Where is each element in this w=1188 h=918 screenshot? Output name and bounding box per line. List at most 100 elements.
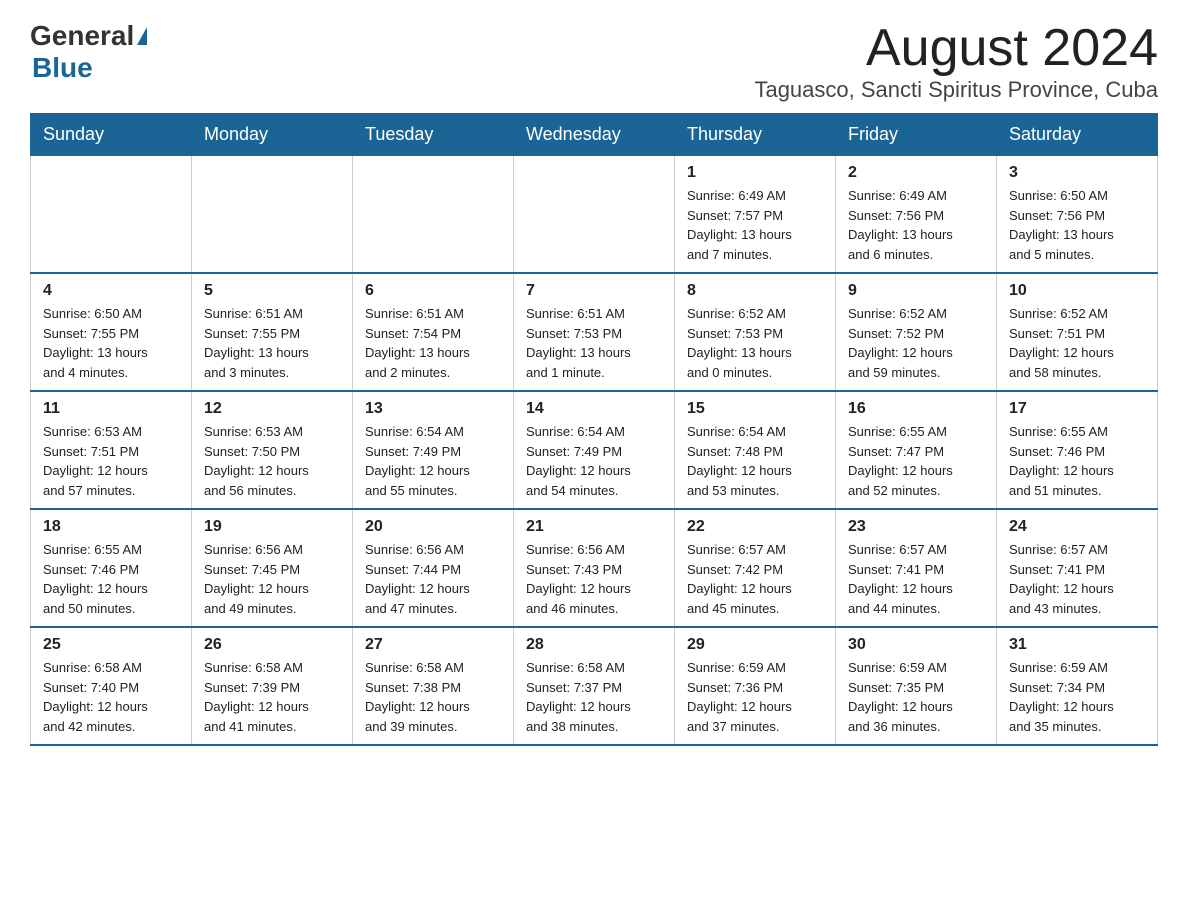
day-info: Sunrise: 6:52 AM Sunset: 7:53 PM Dayligh… — [687, 304, 823, 382]
day-number: 21 — [526, 518, 662, 536]
day-number: 15 — [687, 400, 823, 418]
calendar-cell: 8 Sunrise: 6:52 AM Sunset: 7:53 PM Daylig… — [675, 273, 836, 391]
day-number: 1 — [687, 164, 823, 182]
calendar-cell: 1Sunrise: 6:49 AM Sunset: 7:57 PM Daylig… — [675, 156, 836, 274]
day-info: Sunrise: 6:54 AM Sunset: 7:48 PM Dayligh… — [687, 422, 823, 500]
calendar-cell — [31, 156, 192, 274]
day-info: Sunrise: 6:52 AM Sunset: 7:52 PM Dayligh… — [848, 304, 984, 382]
day-info: Sunrise: 6:56 AM Sunset: 7:45 PM Dayligh… — [204, 540, 340, 618]
calendar-cell: 6 Sunrise: 6:51 AM Sunset: 7:54 PM Daylig… — [353, 273, 514, 391]
day-info: Sunrise: 6:54 AM Sunset: 7:49 PM Dayligh… — [365, 422, 501, 500]
day-info: Sunrise: 6:53 AM Sunset: 7:50 PM Dayligh… — [204, 422, 340, 500]
day-number: 28 — [526, 636, 662, 654]
day-number: 9 — [848, 282, 984, 300]
calendar-week-row: 25 Sunrise: 6:58 AM Sunset: 7:40 PM Dayli… — [31, 627, 1158, 745]
day-info: Sunrise: 6:55 AM Sunset: 7:47 PM Dayligh… — [848, 422, 984, 500]
calendar-cell: 9 Sunrise: 6:52 AM Sunset: 7:52 PM Daylig… — [836, 273, 997, 391]
day-info: Sunrise: 6:57 AM Sunset: 7:41 PM Dayligh… — [1009, 540, 1145, 618]
day-number: 2 — [848, 164, 984, 182]
day-info: Sunrise: 6:51 AM Sunset: 7:53 PM Dayligh… — [526, 304, 662, 382]
calendar-cell: 11 Sunrise: 6:53 AM Sunset: 7:51 PM Dayli… — [31, 391, 192, 509]
day-info: Sunrise: 6:55 AM Sunset: 7:46 PM Dayligh… — [1009, 422, 1145, 500]
day-info: Sunrise: 6:57 AM Sunset: 7:41 PM Dayligh… — [848, 540, 984, 618]
calendar-table: SundayMondayTuesdayWednesdayThursdayFrid… — [30, 113, 1158, 746]
day-number: 7 — [526, 282, 662, 300]
weekday-header: Thursday — [675, 114, 836, 156]
page-header: General Blue August 2024 Taguasco, Sanct… — [30, 20, 1158, 103]
title-section: August 2024 Taguasco, Sancti Spiritus Pr… — [754, 20, 1158, 103]
calendar-cell: 15 Sunrise: 6:54 AM Sunset: 7:48 PM Dayli… — [675, 391, 836, 509]
calendar-cell: 23Sunrise: 6:57 AM Sunset: 7:41 PM Dayli… — [836, 509, 997, 627]
logo-triangle-icon — [137, 27, 147, 45]
calendar-cell: 17 Sunrise: 6:55 AM Sunset: 7:46 PM Dayli… — [997, 391, 1158, 509]
day-number: 8 — [687, 282, 823, 300]
day-number: 20 — [365, 518, 501, 536]
calendar-week-row: 11 Sunrise: 6:53 AM Sunset: 7:51 PM Dayli… — [31, 391, 1158, 509]
calendar-cell: 21 Sunrise: 6:56 AM Sunset: 7:43 PM Dayli… — [514, 509, 675, 627]
calendar-header-row: SundayMondayTuesdayWednesdayThursdayFrid… — [31, 114, 1158, 156]
calendar-cell: 13 Sunrise: 6:54 AM Sunset: 7:49 PM Dayli… — [353, 391, 514, 509]
calendar-cell: 3 Sunrise: 6:50 AM Sunset: 7:56 PM Daylig… — [997, 156, 1158, 274]
day-number: 26 — [204, 636, 340, 654]
calendar-cell: 24 Sunrise: 6:57 AM Sunset: 7:41 PM Dayli… — [997, 509, 1158, 627]
weekday-header: Wednesday — [514, 114, 675, 156]
calendar-cell — [353, 156, 514, 274]
day-info: Sunrise: 6:51 AM Sunset: 7:55 PM Dayligh… — [204, 304, 340, 382]
day-number: 17 — [1009, 400, 1145, 418]
calendar-cell — [514, 156, 675, 274]
calendar-cell: 16 Sunrise: 6:55 AM Sunset: 7:47 PM Dayli… — [836, 391, 997, 509]
day-info: Sunrise: 6:55 AM Sunset: 7:46 PM Dayligh… — [43, 540, 179, 618]
day-info: Sunrise: 6:59 AM Sunset: 7:34 PM Dayligh… — [1009, 658, 1145, 736]
day-number: 5 — [204, 282, 340, 300]
day-number: 14 — [526, 400, 662, 418]
calendar-cell: 19Sunrise: 6:56 AM Sunset: 7:45 PM Dayli… — [192, 509, 353, 627]
weekday-header: Monday — [192, 114, 353, 156]
weekday-header: Saturday — [997, 114, 1158, 156]
day-info: Sunrise: 6:58 AM Sunset: 7:37 PM Dayligh… — [526, 658, 662, 736]
day-number: 6 — [365, 282, 501, 300]
day-number: 25 — [43, 636, 179, 654]
weekday-header: Tuesday — [353, 114, 514, 156]
calendar-cell: 30Sunrise: 6:59 AM Sunset: 7:35 PM Dayli… — [836, 627, 997, 745]
day-info: Sunrise: 6:50 AM Sunset: 7:56 PM Dayligh… — [1009, 186, 1145, 264]
day-info: Sunrise: 6:52 AM Sunset: 7:51 PM Dayligh… — [1009, 304, 1145, 382]
weekday-header: Sunday — [31, 114, 192, 156]
day-number: 12 — [204, 400, 340, 418]
day-number: 22 — [687, 518, 823, 536]
day-info: Sunrise: 6:59 AM Sunset: 7:35 PM Dayligh… — [848, 658, 984, 736]
calendar-cell: 14 Sunrise: 6:54 AM Sunset: 7:49 PM Dayli… — [514, 391, 675, 509]
calendar-week-row: 4Sunrise: 6:50 AM Sunset: 7:55 PM Daylig… — [31, 273, 1158, 391]
calendar-week-row: 1Sunrise: 6:49 AM Sunset: 7:57 PM Daylig… — [31, 156, 1158, 274]
day-info: Sunrise: 6:56 AM Sunset: 7:43 PM Dayligh… — [526, 540, 662, 618]
day-info: Sunrise: 6:59 AM Sunset: 7:36 PM Dayligh… — [687, 658, 823, 736]
calendar-cell: 2Sunrise: 6:49 AM Sunset: 7:56 PM Daylig… — [836, 156, 997, 274]
day-info: Sunrise: 6:57 AM Sunset: 7:42 PM Dayligh… — [687, 540, 823, 618]
day-number: 24 — [1009, 518, 1145, 536]
calendar-cell: 20 Sunrise: 6:56 AM Sunset: 7:44 PM Dayli… — [353, 509, 514, 627]
day-number: 11 — [43, 400, 179, 418]
day-info: Sunrise: 6:56 AM Sunset: 7:44 PM Dayligh… — [365, 540, 501, 618]
day-number: 18 — [43, 518, 179, 536]
day-info: Sunrise: 6:51 AM Sunset: 7:54 PM Dayligh… — [365, 304, 501, 382]
day-number: 13 — [365, 400, 501, 418]
day-number: 16 — [848, 400, 984, 418]
calendar-cell: 31Sunrise: 6:59 AM Sunset: 7:34 PM Dayli… — [997, 627, 1158, 745]
day-number: 27 — [365, 636, 501, 654]
calendar-cell — [192, 156, 353, 274]
day-info: Sunrise: 6:50 AM Sunset: 7:55 PM Dayligh… — [43, 304, 179, 382]
month-title: August 2024 — [754, 20, 1158, 77]
day-info: Sunrise: 6:53 AM Sunset: 7:51 PM Dayligh… — [43, 422, 179, 500]
day-info: Sunrise: 6:54 AM Sunset: 7:49 PM Dayligh… — [526, 422, 662, 500]
day-number: 3 — [1009, 164, 1145, 182]
day-info: Sunrise: 6:58 AM Sunset: 7:39 PM Dayligh… — [204, 658, 340, 736]
calendar-cell: 26 Sunrise: 6:58 AM Sunset: 7:39 PM Dayli… — [192, 627, 353, 745]
calendar-cell: 29Sunrise: 6:59 AM Sunset: 7:36 PM Dayli… — [675, 627, 836, 745]
weekday-header: Friday — [836, 114, 997, 156]
day-info: Sunrise: 6:58 AM Sunset: 7:40 PM Dayligh… — [43, 658, 179, 736]
day-info: Sunrise: 6:58 AM Sunset: 7:38 PM Dayligh… — [365, 658, 501, 736]
logo: General Blue — [30, 20, 147, 84]
calendar-cell: 5 Sunrise: 6:51 AM Sunset: 7:55 PM Daylig… — [192, 273, 353, 391]
location-title: Taguasco, Sancti Spiritus Province, Cuba — [754, 77, 1158, 103]
calendar-cell: 22 Sunrise: 6:57 AM Sunset: 7:42 PM Dayli… — [675, 509, 836, 627]
calendar-cell: 18 Sunrise: 6:55 AM Sunset: 7:46 PM Dayli… — [31, 509, 192, 627]
